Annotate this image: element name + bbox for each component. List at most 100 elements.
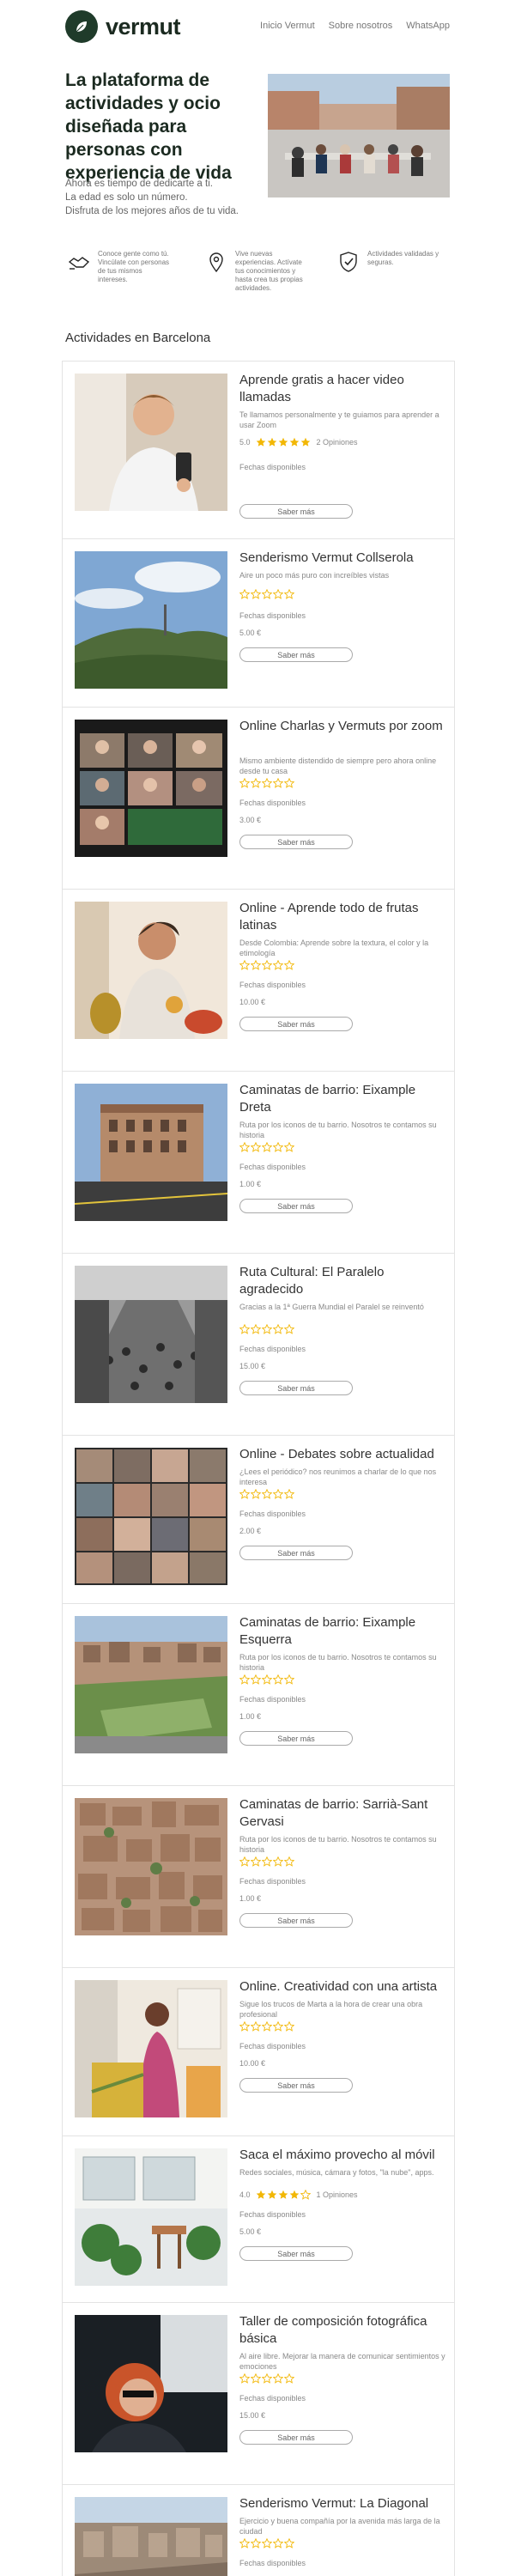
star-rating <box>239 589 295 599</box>
activity-card[interactable]: Taller de composición fotográfica básica… <box>63 2303 454 2485</box>
activity-title[interactable]: Caminatas de barrio: Eixample Dreta <box>239 1082 445 1116</box>
activity-list: Aprende gratis a hacer video llamadas Te… <box>62 361 455 2576</box>
feature-item: Vive nuevas experiencias. Actívate tus c… <box>204 250 309 293</box>
star-empty-icon <box>239 1324 250 1334</box>
hero-desc-line: Ahora es tiempo de dedicarte a ti. <box>65 179 213 189</box>
star-empty-icon <box>251 589 261 599</box>
activity-title[interactable]: Senderismo Vermut Collserola <box>239 550 445 567</box>
shield-check-icon <box>336 250 360 274</box>
activity-title[interactable]: Online - Debates sobre actualidad <box>239 1446 445 1463</box>
activity-card[interactable]: Online Charlas y Vermuts por zoom Mismo … <box>63 708 454 890</box>
star-empty-icon <box>262 2538 272 2549</box>
activity-title[interactable]: Online. Creatividad con una artista <box>239 1978 445 1996</box>
star-empty-icon <box>284 2021 294 2032</box>
saber-mas-button[interactable]: Saber más <box>239 2246 353 2261</box>
activity-rating <box>239 2538 300 2549</box>
activity-title[interactable]: Online Charlas y Vermuts por zoom <box>239 718 445 735</box>
activity-image[interactable] <box>75 720 227 857</box>
saber-mas-button[interactable]: Saber más <box>239 504 353 519</box>
activity-rating <box>239 589 300 599</box>
activity-image[interactable] <box>75 1798 227 1935</box>
saber-mas-button[interactable]: Saber más <box>239 1913 353 1928</box>
saber-mas-button[interactable]: Saber más <box>239 1017 353 1031</box>
rating-reviews-count[interactable]: 1 Opiniones <box>317 2190 358 2199</box>
star-empty-icon <box>239 1674 250 1685</box>
activity-description: Mismo ambiente distendido de siempre per… <box>239 756 437 775</box>
activity-image[interactable] <box>75 1266 227 1403</box>
activity-card[interactable]: Ruta Cultural: El Paralelo agradecido Gr… <box>63 1254 454 1436</box>
activity-image[interactable] <box>75 2497 227 2576</box>
star-empty-icon <box>284 1324 294 1334</box>
star-rating <box>239 960 295 970</box>
activity-card[interactable]: Caminatas de barrio: Eixample Esquerra R… <box>63 1604 454 1786</box>
activity-title[interactable]: Saca el máximo provecho al móvil <box>239 2147 445 2164</box>
activity-image[interactable] <box>75 374 227 511</box>
activity-card[interactable]: Online - Aprende todo de frutas latinas … <box>63 890 454 1072</box>
activity-description: Ruta por los iconos de tu barrio. Nosotr… <box>239 1835 437 1854</box>
nav-link-sobre-nosotros[interactable]: Sobre nosotros <box>329 21 393 31</box>
activity-title[interactable]: Taller de composición fotográfica básica <box>239 2313 445 2348</box>
activity-title[interactable]: Senderismo Vermut: La Diagonal <box>239 2495 445 2512</box>
activity-image[interactable] <box>75 551 227 689</box>
activity-image[interactable] <box>75 1084 227 1221</box>
star-empty-icon <box>239 1142 250 1152</box>
star-empty-icon <box>262 1142 272 1152</box>
star-filled-icon <box>267 437 276 447</box>
hero-description: Ahora es tiempo de dedicarte a ti. La ed… <box>65 177 288 218</box>
star-empty-icon <box>273 2021 283 2032</box>
star-rating <box>239 1324 295 1334</box>
available-dates: Fechas disponibles <box>239 1510 306 1518</box>
activity-title[interactable]: Caminatas de barrio: Sarrià-Sant Gervasi <box>239 1796 445 1831</box>
activity-description: Ejercicio y buena compañía por la avenid… <box>239 2517 440 2536</box>
rating-score: 4.0 <box>239 2190 251 2199</box>
activity-title[interactable]: Ruta Cultural: El Paralelo agradecido <box>239 1264 445 1298</box>
star-empty-icon <box>273 589 283 599</box>
activity-card[interactable]: Caminatas de barrio: Eixample Dreta Ruta… <box>63 1072 454 1254</box>
activity-title[interactable]: Online - Aprende todo de frutas latinas <box>239 900 445 934</box>
hero-desc-line: La edad es solo un número. <box>65 192 188 203</box>
star-empty-icon <box>262 778 272 788</box>
activity-card[interactable]: Online - Debates sobre actualidad ¿Lees … <box>63 1436 454 1604</box>
activity-rating: 5.0 2 Opiniones <box>239 437 358 447</box>
activity-image[interactable] <box>75 2315 227 2452</box>
saber-mas-button[interactable]: Saber más <box>239 1381 353 1395</box>
star-empty-icon <box>251 2538 261 2549</box>
activity-card[interactable]: Caminatas de barrio: Sarrià-Sant Gervasi… <box>63 1786 454 1968</box>
activity-image[interactable] <box>75 902 227 1039</box>
nav-link-whatsapp[interactable]: WhatsApp <box>406 21 450 31</box>
star-empty-icon <box>251 960 261 970</box>
saber-mas-button[interactable]: Saber más <box>239 2078 353 2093</box>
activity-title[interactable]: Aprende gratis a hacer video llamadas <box>239 372 445 406</box>
activity-card[interactable]: Aprende gratis a hacer video llamadas Te… <box>63 361 454 539</box>
activity-card[interactable]: Saca el máximo provecho al móvil Redes s… <box>63 2136 454 2303</box>
activity-price: 15.00 € <box>239 2411 266 2420</box>
logo[interactable]: vermut <box>65 10 181 43</box>
saber-mas-button[interactable]: Saber más <box>239 1199 353 1213</box>
activity-card[interactable]: Senderismo Vermut: La Diagonal Ejercicio… <box>63 2485 454 2576</box>
star-rating <box>239 1489 295 1499</box>
star-empty-icon <box>262 1324 272 1334</box>
star-rating <box>239 2538 295 2549</box>
nav-link-inicio[interactable]: Inicio Vermut <box>260 21 315 31</box>
feature-text: Conoce gente como tú. Vincúlate con pers… <box>98 250 170 283</box>
activity-image[interactable] <box>75 1616 227 1753</box>
saber-mas-button[interactable]: Saber más <box>239 1546 353 1560</box>
activity-image[interactable] <box>75 1980 227 2117</box>
saber-mas-button[interactable]: Saber más <box>239 1731 353 1746</box>
star-empty-icon <box>273 1489 283 1499</box>
activity-title[interactable]: Caminatas de barrio: Eixample Esquerra <box>239 1614 445 1649</box>
star-rating <box>239 1856 295 1867</box>
activity-image[interactable] <box>75 1448 227 1585</box>
star-empty-icon <box>273 778 283 788</box>
activity-card[interactable]: Online. Creatividad con una artista Sigu… <box>63 1968 454 2136</box>
star-empty-icon <box>284 1489 294 1499</box>
saber-mas-button[interactable]: Saber más <box>239 835 353 849</box>
saber-mas-button[interactable]: Saber más <box>239 647 353 662</box>
activity-image[interactable] <box>75 2148 227 2286</box>
star-empty-icon <box>262 589 272 599</box>
rating-reviews-count[interactable]: 2 Opiniones <box>317 438 358 447</box>
activity-description: Sigue los trucos de Marta a la hora de c… <box>239 2000 423 2019</box>
activity-card[interactable]: Senderismo Vermut Collserola Aire un poc… <box>63 539 454 708</box>
saber-mas-button[interactable]: Saber más <box>239 2430 353 2445</box>
star-empty-icon <box>239 1489 250 1499</box>
